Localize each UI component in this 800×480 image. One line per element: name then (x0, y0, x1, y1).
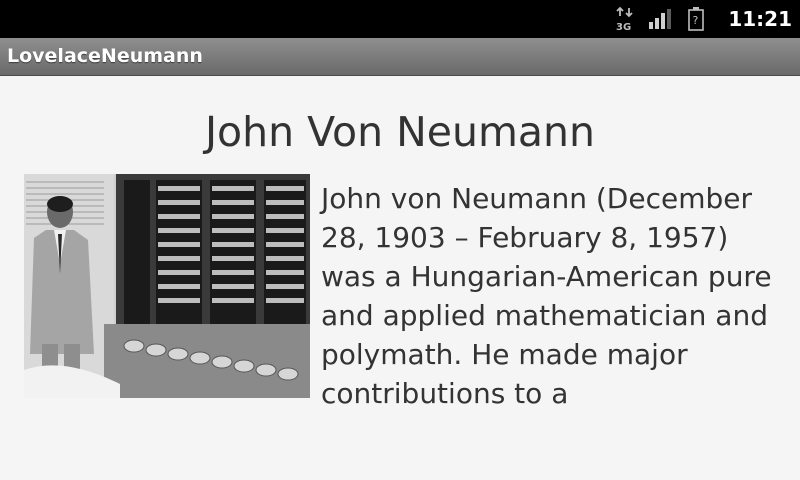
app-title: LovelaceNeumann (7, 45, 203, 67)
status-clock: 11:21 (728, 7, 792, 31)
photo-illustration (24, 174, 310, 398)
3g-data-icon: 3G (616, 6, 633, 32)
biography-text: John von Neumann (December 28, 1903 – Fe… (321, 182, 772, 410)
svg-text:?: ? (693, 14, 699, 27)
page-title: John Von Neumann (204, 108, 596, 156)
battery-unknown-icon: ? (688, 7, 705, 31)
status-bar: 3G ? 11:21 (0, 0, 800, 38)
signal-strength-icon (649, 9, 672, 29)
status-icons: 3G ? 11:21 (616, 0, 792, 38)
svg-text:3G: 3G (616, 22, 631, 32)
app-title-bar: LovelaceNeumann (0, 38, 800, 76)
photo-von-neumann-with-computer (24, 174, 310, 398)
main-content: John Von Neumann John von Neumann (Decem… (0, 76, 800, 480)
